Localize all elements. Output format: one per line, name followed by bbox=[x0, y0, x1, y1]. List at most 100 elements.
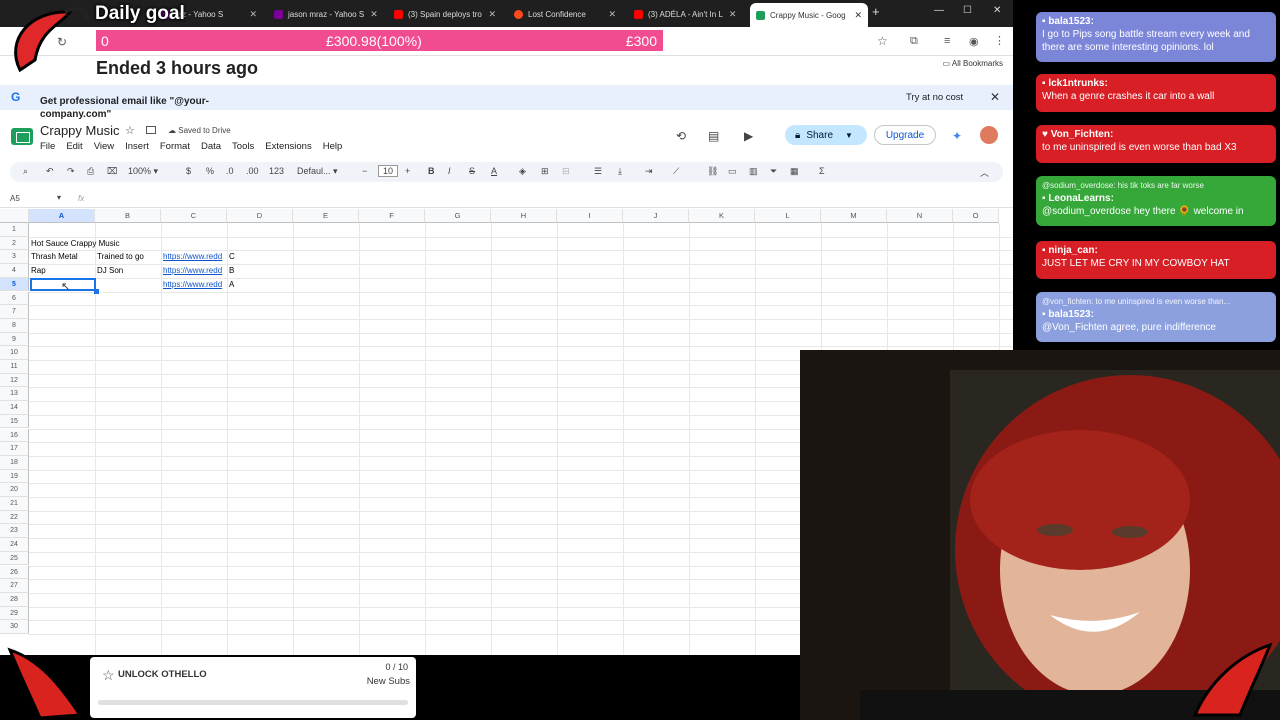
column-header[interactable]: L bbox=[755, 209, 821, 223]
strikethrough-icon[interactable]: S bbox=[469, 166, 475, 176]
row-header[interactable]: 29 bbox=[0, 606, 29, 621]
column-header[interactable]: D bbox=[227, 209, 293, 223]
cell[interactable]: Thrash Metal bbox=[29, 252, 95, 261]
upgrade-button[interactable]: Upgrade bbox=[874, 125, 936, 145]
menu-help[interactable]: Help bbox=[323, 141, 343, 152]
font-size-input[interactable]: 10 bbox=[378, 165, 399, 177]
insert-comment-icon[interactable]: ▭ bbox=[728, 166, 737, 177]
row-header[interactable]: 7 bbox=[0, 305, 29, 319]
new-tab-icon[interactable]: + bbox=[872, 4, 880, 19]
zoom-select[interactable]: 100% ▾ bbox=[128, 166, 158, 177]
search-icon[interactable]: ⌕ bbox=[23, 166, 28, 177]
menu-edit[interactable]: Edit bbox=[66, 141, 82, 152]
row-header[interactable]: 13 bbox=[0, 387, 29, 402]
insert-chart-icon[interactable]: ▥ bbox=[749, 166, 758, 177]
media-icon[interactable]: ≡ bbox=[944, 35, 950, 47]
row-header[interactable]: 4 bbox=[0, 264, 29, 278]
close-icon[interactable]: ✕ bbox=[723, 9, 737, 20]
move-folder-icon[interactable] bbox=[146, 126, 156, 134]
close-icon[interactable]: ✕ bbox=[364, 9, 378, 20]
row-header[interactable]: 10 bbox=[0, 346, 29, 360]
font-select[interactable]: Defaul... ▾ bbox=[297, 166, 338, 177]
cell[interactable]: A bbox=[227, 280, 293, 289]
avatar[interactable] bbox=[980, 126, 998, 144]
browser-tab[interactable]: (3) Spain deploys tro ✕ bbox=[388, 4, 502, 24]
cell-link[interactable]: https://www.redd bbox=[161, 266, 227, 275]
chevron-down-icon[interactable]: ▾ bbox=[57, 193, 61, 202]
column-header[interactable]: G bbox=[425, 209, 491, 223]
cell[interactable]: DJ Son bbox=[95, 266, 161, 275]
history-icon[interactable]: ⟲ bbox=[676, 129, 686, 143]
profile-icon[interactable]: ◉ bbox=[969, 35, 979, 48]
filter-views-icon[interactable]: ▦ bbox=[790, 166, 799, 177]
menu-extensions[interactable]: Extensions bbox=[265, 141, 311, 152]
row-header[interactable]: 17 bbox=[0, 442, 29, 456]
close-icon[interactable]: ✕ bbox=[848, 10, 862, 21]
column-header[interactable]: F bbox=[359, 209, 425, 223]
row-header[interactable]: 21 bbox=[0, 497, 29, 511]
extensions-icon[interactable]: ⧉ bbox=[910, 35, 918, 48]
cell-link[interactable]: https://www.redd bbox=[161, 252, 227, 261]
menu-view[interactable]: View bbox=[94, 141, 114, 152]
wrap-icon[interactable]: ⇥ bbox=[645, 166, 653, 177]
row-header[interactable]: 26 bbox=[0, 565, 29, 580]
column-header[interactable]: N bbox=[887, 209, 953, 223]
cell-link[interactable]: https://www.redd bbox=[161, 280, 227, 289]
percent-format-button[interactable]: % bbox=[206, 166, 214, 176]
row-header[interactable]: 23 bbox=[0, 524, 29, 539]
merge-cells-icon[interactable]: ⊟ bbox=[562, 166, 570, 177]
font-size-increase-icon[interactable]: + bbox=[405, 166, 410, 176]
column-header[interactable]: C bbox=[161, 209, 227, 223]
star-icon[interactable]: ☆ bbox=[125, 124, 135, 137]
row-header[interactable]: 25 bbox=[0, 551, 29, 566]
row-header[interactable]: 6 bbox=[0, 291, 29, 306]
column-header[interactable]: H bbox=[491, 209, 557, 223]
cell[interactable]: Rap bbox=[29, 266, 95, 275]
row-header[interactable]: 12 bbox=[0, 373, 29, 388]
row-header[interactable]: 18 bbox=[0, 455, 29, 470]
row-header[interactable]: 9 bbox=[0, 332, 29, 347]
row-header[interactable]: 22 bbox=[0, 510, 29, 525]
align-icon[interactable]: ☰ bbox=[594, 166, 602, 177]
bold-icon[interactable]: B bbox=[428, 166, 435, 176]
close-icon[interactable]: ✕ bbox=[990, 90, 1000, 104]
paint-format-icon[interactable]: ⌧ bbox=[107, 166, 117, 177]
menu-data[interactable]: Data bbox=[201, 141, 221, 152]
row-header[interactable]: 20 bbox=[0, 483, 29, 497]
menu-insert[interactable]: Insert bbox=[125, 141, 149, 152]
row-header[interactable]: 1 bbox=[0, 223, 29, 237]
fill-color-icon[interactable]: ◈ bbox=[519, 166, 526, 177]
browser-tab[interactable]: jason mraz - Yahoo S ✕ bbox=[268, 4, 382, 24]
borders-icon[interactable]: ⊞ bbox=[541, 166, 549, 177]
row-header[interactable]: 30 bbox=[0, 620, 29, 634]
try-at-no-cost-button[interactable]: Try at no cost bbox=[906, 92, 963, 103]
row-header[interactable]: 2 bbox=[0, 236, 29, 251]
row-header[interactable]: 24 bbox=[0, 538, 29, 552]
close-icon[interactable]: ✕ bbox=[602, 9, 616, 20]
all-bookmarks-link[interactable]: ▭ All Bookmarks bbox=[943, 59, 1003, 68]
close-icon[interactable]: ✕ bbox=[243, 9, 257, 20]
row-header[interactable]: 15 bbox=[0, 414, 29, 429]
kebab-menu-icon[interactable]: ⋮ bbox=[994, 34, 1005, 47]
undo-icon[interactable]: ↶ bbox=[46, 166, 54, 177]
browser-tab[interactable]: Lost Confidence ✕ bbox=[508, 4, 622, 24]
number-format-button[interactable]: 123 bbox=[269, 166, 284, 176]
name-box[interactable]: A5 bbox=[10, 194, 20, 203]
select-all-corner[interactable] bbox=[0, 209, 29, 223]
font-size-decrease-icon[interactable]: − bbox=[362, 166, 367, 176]
document-title[interactable]: Crappy Music bbox=[40, 123, 119, 138]
comment-icon[interactable]: ▤ bbox=[708, 129, 719, 143]
cell[interactable]: Hot Sauce Crappy Music bbox=[29, 239, 169, 248]
column-header[interactable]: O bbox=[953, 209, 999, 223]
close-window-icon[interactable]: ✕ bbox=[993, 5, 1001, 16]
cell[interactable]: B bbox=[227, 266, 293, 275]
italic-icon[interactable]: I bbox=[448, 166, 451, 176]
share-button[interactable]: 🔒︎ Share ▼ bbox=[785, 125, 867, 145]
column-header[interactable]: M bbox=[821, 209, 887, 223]
vertical-align-icon[interactable]: ⤓ bbox=[618, 166, 622, 177]
currency-format-button[interactable]: $ bbox=[186, 166, 191, 176]
column-header[interactable]: E bbox=[293, 209, 359, 223]
row-header[interactable]: 19 bbox=[0, 469, 29, 484]
collapse-toolbar-icon[interactable]: ︿ bbox=[980, 166, 989, 179]
row-header[interactable]: 3 bbox=[0, 250, 29, 265]
